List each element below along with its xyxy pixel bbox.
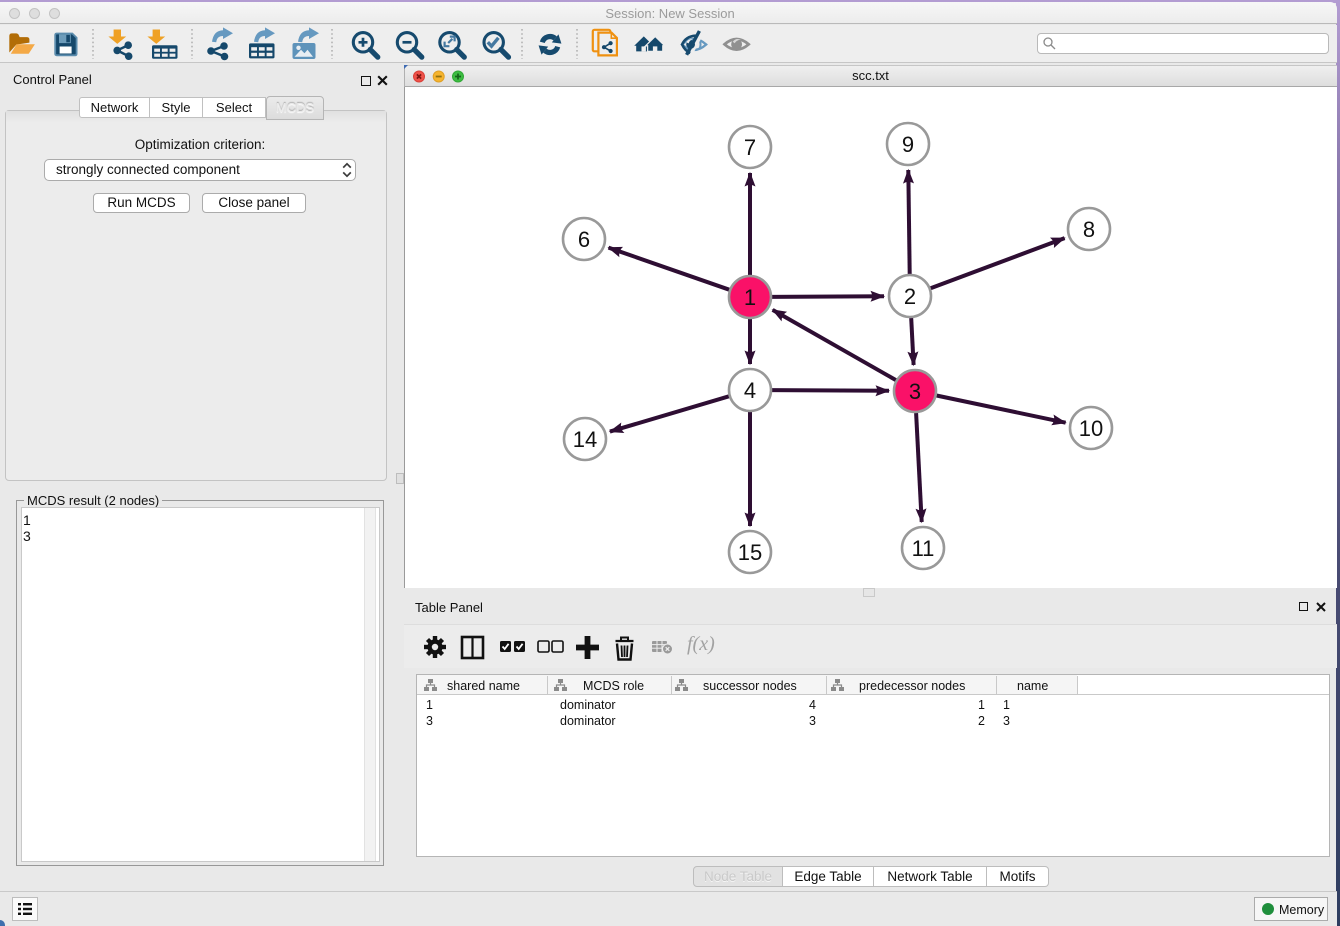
svg-text:7: 7 bbox=[744, 135, 756, 160]
svg-text:15: 15 bbox=[738, 540, 762, 565]
svg-text:14: 14 bbox=[573, 427, 597, 452]
svg-text:6: 6 bbox=[578, 227, 590, 252]
svg-text:1: 1 bbox=[744, 285, 756, 310]
svg-text:2: 2 bbox=[904, 284, 916, 309]
svg-text:9: 9 bbox=[902, 132, 914, 157]
svg-text:8: 8 bbox=[1083, 217, 1095, 242]
svg-text:10: 10 bbox=[1079, 416, 1103, 441]
svg-text:3: 3 bbox=[909, 379, 921, 404]
svg-text:11: 11 bbox=[912, 536, 935, 561]
svg-text:4: 4 bbox=[744, 378, 756, 403]
